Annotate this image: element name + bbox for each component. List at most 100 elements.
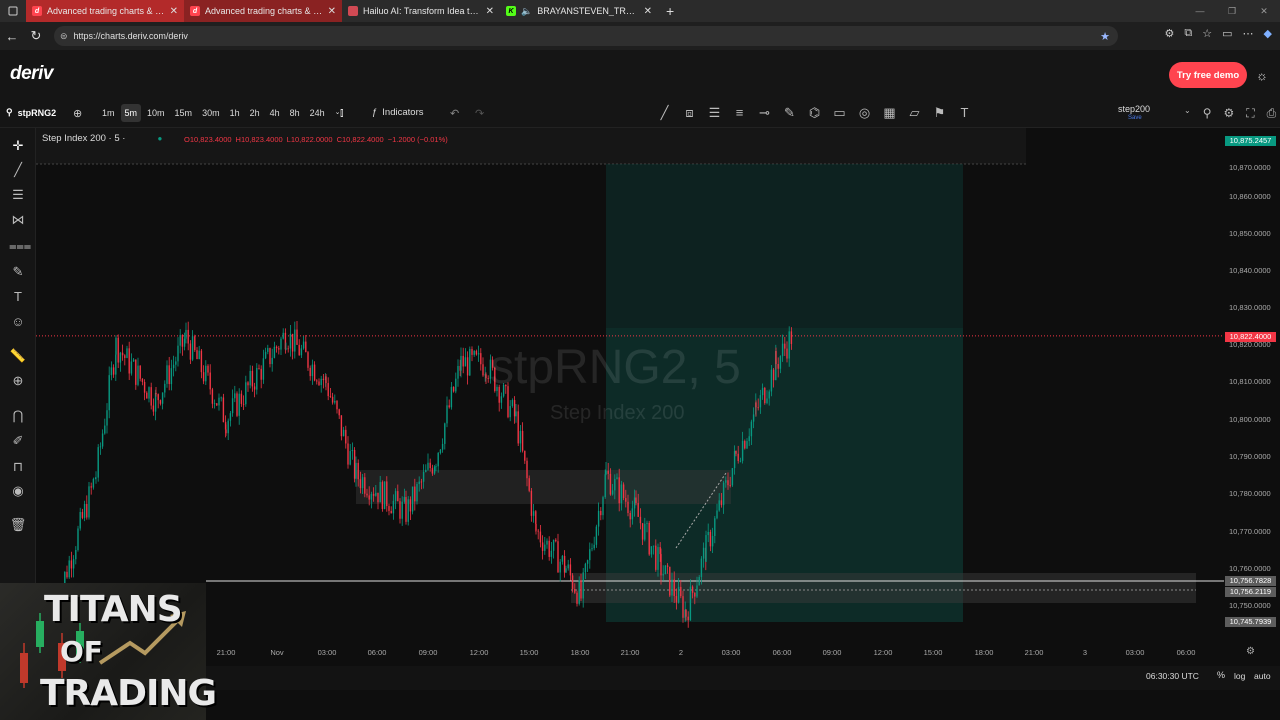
- interval-8h[interactable]: 8h: [286, 104, 304, 122]
- candle-body: [604, 474, 606, 498]
- compare-add-icon[interactable]: ⊕: [73, 107, 82, 120]
- fullscreen-icon[interactable]: ⛶: [1246, 106, 1254, 121]
- account-chevron-down-icon[interactable]: ⌄: [1184, 106, 1191, 121]
- grid-icon[interactable]: ▦: [881, 105, 898, 121]
- rectangle-icon[interactable]: ▭: [831, 105, 848, 121]
- collections-icon[interactable]: ▭: [1222, 27, 1232, 40]
- candle-body: [441, 443, 444, 450]
- zoom-in-icon[interactable]: ⊕: [9, 373, 27, 389]
- candle-body: [159, 400, 162, 404]
- try-free-demo-button[interactable]: Try free demo: [1169, 62, 1247, 88]
- new-tab-button[interactable]: +: [666, 3, 674, 19]
- crosshair-icon[interactable]: ✛: [9, 138, 27, 154]
- copilot-icon[interactable]: ◆: [1264, 27, 1272, 40]
- trend-line-icon[interactable]: ╱: [656, 105, 673, 121]
- candle-body: [700, 558, 703, 577]
- trash-icon[interactable]: 🗑: [9, 517, 27, 533]
- interval-4h[interactable]: 4h: [266, 104, 284, 122]
- interval-24h[interactable]: 24h: [306, 104, 329, 122]
- account-selector[interactable]: step200: [1118, 104, 1150, 114]
- candlestick-chart-type-icon[interactable]: ⫾: [340, 107, 344, 120]
- fib-retracement-icon[interactable]: ☰: [706, 105, 723, 121]
- browser-menu-icon[interactable]: [0, 0, 26, 22]
- settings-gear-icon[interactable]: ⚙: [1224, 106, 1235, 121]
- minimize-icon[interactable]: —: [1184, 0, 1216, 22]
- horizontal-lines-icon[interactable]: ≡: [731, 105, 748, 121]
- speaker-icon: 🔈: [521, 5, 533, 16]
- candle-body: [781, 343, 784, 357]
- log-scale-toggle[interactable]: log: [1234, 671, 1245, 681]
- interval-1m[interactable]: 1m: [98, 104, 119, 122]
- symbol-search[interactable]: ⚲ stpRNG2: [6, 107, 56, 118]
- horizontal-ray-icon[interactable]: ⊸: [756, 105, 773, 121]
- candle-body: [446, 405, 448, 424]
- emoji-icon[interactable]: ☺: [9, 314, 27, 329]
- browser-tab-1[interactable]: d Advanced trading charts & tools | ✕: [26, 0, 184, 22]
- interval-1h[interactable]: 1h: [226, 104, 244, 122]
- flag-icon[interactable]: ⚑: [931, 105, 948, 121]
- pattern-lines-icon[interactable]: ⩶: [9, 238, 31, 254]
- candle-body: [130, 361, 133, 374]
- bookmark-star-icon[interactable]: ★: [1100, 30, 1110, 43]
- interval-15m[interactable]: 15m: [171, 104, 197, 122]
- reload-icon[interactable]: ↻: [24, 28, 48, 44]
- extensions-icon[interactable]: ⚙: [1165, 27, 1175, 40]
- magnet-icon[interactable]: ⋂: [9, 408, 27, 424]
- auto-scale-toggle[interactable]: auto: [1254, 671, 1271, 681]
- circle-icon[interactable]: ◎: [856, 105, 873, 121]
- candle-body: [550, 550, 553, 557]
- browser-tab-4[interactable]: K 🔈 BRAYANSTEVEN_TRADER Str ✕: [500, 0, 658, 22]
- eye-icon[interactable]: ◉: [9, 483, 27, 499]
- pattern-icon[interactable]: ⌬: [806, 105, 823, 121]
- text-icon[interactable]: T: [9, 289, 27, 304]
- interval-10m[interactable]: 10m: [143, 104, 169, 122]
- site-info-icon[interactable]: ⊜: [60, 31, 68, 42]
- more-icon[interactable]: ⋯: [1243, 27, 1254, 40]
- trend-line-icon[interactable]: ╱: [9, 162, 27, 178]
- candle-body: [110, 367, 113, 376]
- candle-body: [70, 560, 73, 569]
- parallel-channel-icon[interactable]: ⧈: [681, 105, 698, 121]
- ruler-icon[interactable]: 📏: [9, 348, 27, 364]
- brush-icon[interactable]: ✎: [781, 105, 798, 121]
- maximize-icon[interactable]: ❐: [1216, 0, 1248, 22]
- lock-icon[interactable]: ⊓: [9, 459, 27, 475]
- camera-icon[interactable]: ⎙: [1267, 106, 1277, 121]
- candle-body: [302, 341, 305, 349]
- axis-settings-icon[interactable]: ⚙: [1246, 646, 1255, 657]
- pitchfork-icon[interactable]: ⋈: [9, 212, 27, 228]
- candle-body: [448, 405, 450, 408]
- url-field[interactable]: ⊜ https://charts.deriv.com/deriv ★: [54, 26, 1118, 46]
- candle-body: [334, 400, 336, 403]
- interval-30m[interactable]: 30m: [198, 104, 224, 122]
- text-icon[interactable]: T: [956, 105, 973, 121]
- close-icon[interactable]: ✕: [170, 6, 178, 17]
- percent-scale-toggle[interactable]: %: [1217, 670, 1225, 680]
- close-icon[interactable]: ✕: [486, 6, 494, 17]
- interval-2h[interactable]: 2h: [246, 104, 264, 122]
- price-scale[interactable]: 10,870.0000 10,860.0000 10,850.0000 10,8…: [1224, 128, 1280, 638]
- back-arrow-icon[interactable]: ←: [0, 29, 24, 44]
- theme-toggle-sun-icon[interactable]: ☼: [1256, 68, 1268, 83]
- time-axis[interactable]: 21:00 Nov 03:00 06:00 09:00 12:00 15:00 …: [36, 638, 1280, 666]
- undo-icon[interactable]: ↶: [450, 107, 459, 120]
- account-sub-label: Save: [1128, 115, 1142, 121]
- candle-body: [452, 386, 455, 392]
- zoom-icon[interactable]: ⚲: [1203, 106, 1212, 121]
- pencil-lock-icon[interactable]: ✐: [9, 433, 27, 449]
- close-icon[interactable]: ✕: [328, 6, 336, 17]
- close-window-icon[interactable]: ✕: [1248, 0, 1280, 22]
- split-screen-icon[interactable]: ⧉: [1184, 27, 1192, 40]
- browser-tab-2[interactable]: d Advanced trading charts & tools | ✕: [184, 0, 342, 22]
- favorites-icon[interactable]: ☆: [1202, 27, 1212, 40]
- callout-icon[interactable]: ▱: [906, 105, 923, 121]
- close-icon[interactable]: ✕: [644, 6, 652, 17]
- redo-icon[interactable]: ↷: [475, 107, 484, 120]
- logo-word-trading: TRADING: [40, 673, 217, 714]
- deriv-logo[interactable]: deriv: [10, 63, 53, 85]
- browser-tab-3[interactable]: Hailuo AI: Transform Idea to Visu ✕: [342, 0, 500, 22]
- interval-5m[interactable]: 5m: [120, 104, 142, 122]
- brush-icon[interactable]: ✎: [9, 264, 27, 280]
- fib-icon[interactable]: ☰: [9, 187, 27, 203]
- indicators-button[interactable]: ƒ Indicators: [372, 107, 423, 118]
